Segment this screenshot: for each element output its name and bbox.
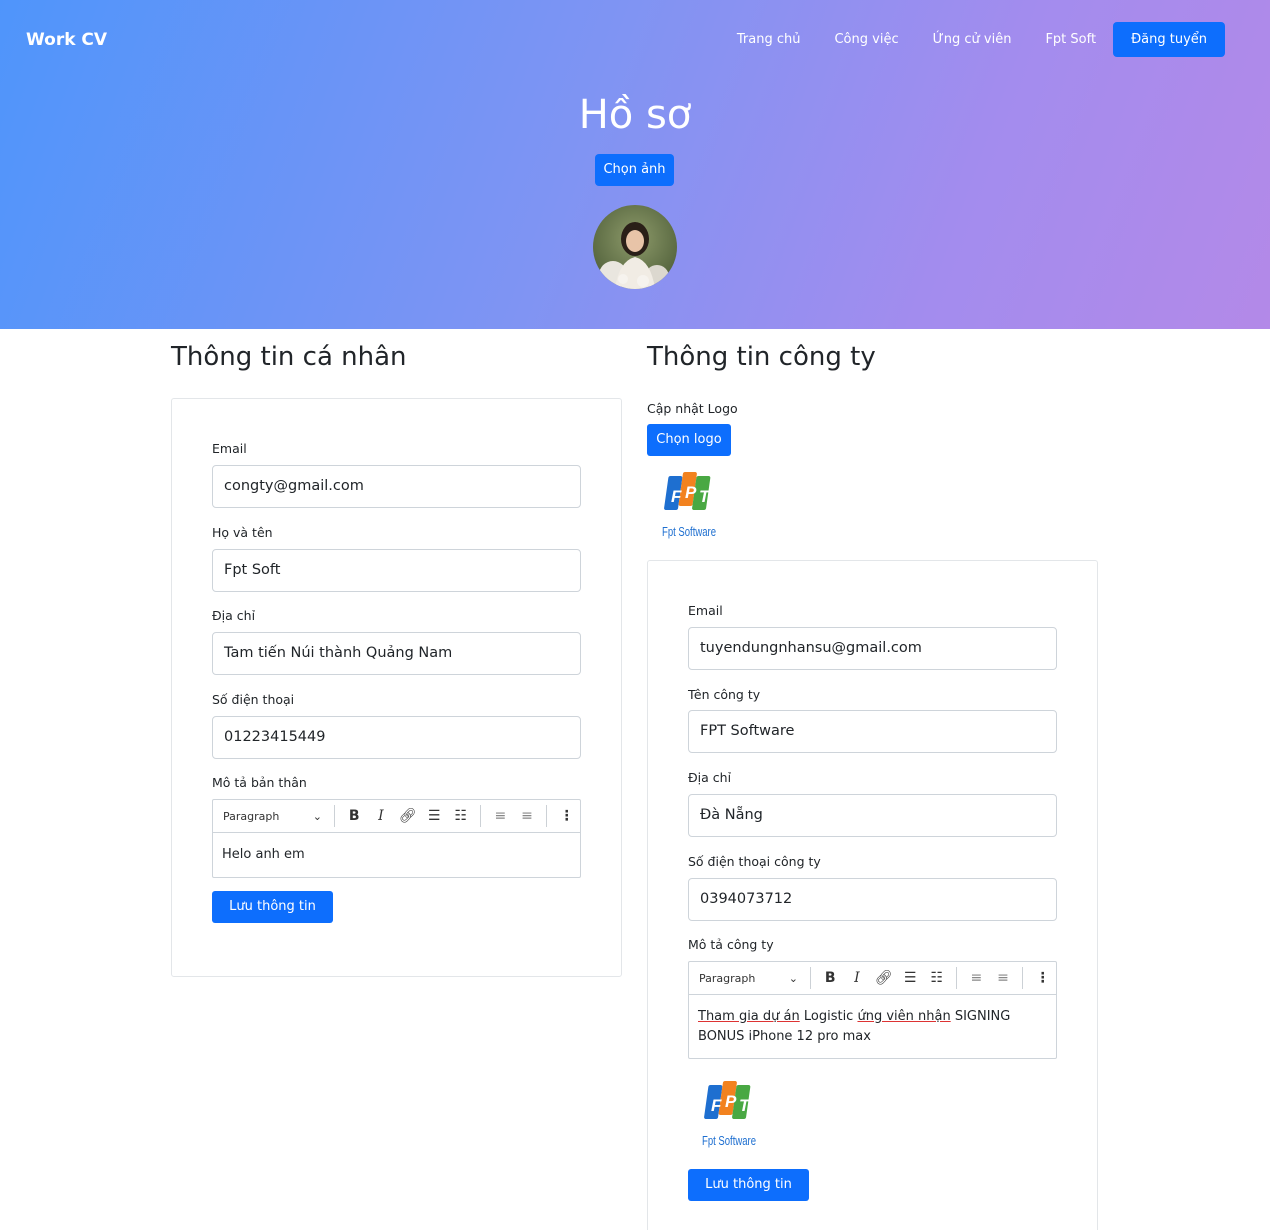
company-email-input[interactable]: tuyendungnhansu@gmail.com bbox=[688, 627, 1057, 670]
bulleted-list-icon[interactable]: ☰ bbox=[421, 808, 448, 824]
main-nav: Trang chủ Công việc Ứng cử viên Fpt Soft… bbox=[703, 22, 1225, 57]
paragraph-select[interactable]: Paragraph ⌄ bbox=[699, 972, 804, 985]
indent-icon[interactable]: ≡ bbox=[990, 970, 1017, 986]
spellcheck-text: ứng viên nhận bbox=[857, 1009, 951, 1024]
link-icon[interactable]: 🔗︎ bbox=[870, 970, 897, 986]
choose-image-button[interactable]: Chọn ảnh bbox=[595, 154, 674, 186]
company-name-input[interactable]: FPT Software bbox=[688, 710, 1057, 753]
personal-desc-label: Mô tả bản thân bbox=[212, 775, 307, 790]
company-section-title: Thông tin công ty bbox=[647, 342, 876, 372]
svg-text:T: T bbox=[699, 487, 711, 506]
paragraph-select-label: Paragraph bbox=[699, 971, 756, 985]
company-phone-label: Số điện thoại công ty bbox=[688, 854, 821, 869]
brand-logo[interactable]: Work CV bbox=[26, 30, 107, 50]
company-desc-content[interactable]: Tham gia dự án Logistic ứng viên nhận SI… bbox=[689, 995, 1056, 1059]
toolbar-separator bbox=[1022, 967, 1024, 989]
company-save-button[interactable]: Lưu thông tin bbox=[688, 1169, 809, 1201]
company-logo-card-preview: F P T Fpt Software bbox=[700, 1075, 758, 1153]
toolbar-separator bbox=[546, 805, 548, 827]
hero-banner: Work CV Trang chủ Công việc Ứng cử viên … bbox=[0, 0, 1270, 329]
personal-desc-content[interactable]: Helo anh em bbox=[213, 833, 580, 877]
logo-label: Cập nhật Logo bbox=[647, 401, 738, 416]
post-job-button[interactable]: Đăng tuyển bbox=[1113, 22, 1225, 57]
spellcheck-text: Tham gia dự án bbox=[698, 1009, 800, 1024]
company-logo-preview: F P T Fpt Software bbox=[660, 466, 718, 544]
toolbar-separator bbox=[956, 967, 958, 989]
svg-text:F: F bbox=[671, 487, 682, 506]
personal-phone-label: Số điện thoại bbox=[212, 692, 295, 707]
svg-text:Fpt Software: Fpt Software bbox=[662, 524, 716, 539]
nav-candidates[interactable]: Ứng cử viên bbox=[933, 32, 1012, 47]
toolbar-separator bbox=[333, 805, 335, 827]
company-desc-label: Mô tả công ty bbox=[688, 937, 774, 952]
paragraph-select[interactable]: Paragraph ⌄ bbox=[223, 810, 328, 823]
personal-name-input[interactable]: Fpt Soft bbox=[212, 549, 581, 592]
personal-address-label: Địa chỉ bbox=[212, 608, 256, 623]
fpt-logo-icon: F P T Fpt Software bbox=[662, 472, 716, 539]
personal-name-label: Họ và tên bbox=[212, 525, 273, 540]
numbered-list-icon[interactable]: ☷ bbox=[923, 970, 950, 986]
company-phone-input[interactable]: 0394073712 bbox=[688, 878, 1057, 921]
toolbar-separator bbox=[809, 967, 811, 989]
indent-icon[interactable]: ≡ bbox=[514, 808, 541, 824]
company-email-label: Email bbox=[688, 603, 723, 618]
svg-text:P: P bbox=[725, 1092, 737, 1111]
chevron-down-icon: ⌄ bbox=[788, 971, 798, 985]
personal-phone-input[interactable]: 01223415449 bbox=[212, 716, 581, 759]
company-address-label: Địa chỉ bbox=[688, 770, 732, 785]
italic-icon[interactable]: I bbox=[368, 808, 395, 824]
outdent-icon[interactable]: ≡ bbox=[487, 808, 514, 824]
desc-text: Logistic bbox=[799, 1009, 858, 1024]
fpt-logo-icon: F P T Fpt Software bbox=[702, 1081, 756, 1148]
svg-text:P: P bbox=[685, 483, 697, 502]
personal-email-input[interactable]: congty@gmail.com bbox=[212, 465, 581, 508]
paragraph-select-label: Paragraph bbox=[223, 809, 280, 823]
link-icon[interactable]: 🔗︎ bbox=[394, 808, 421, 824]
nav-home[interactable]: Trang chủ bbox=[737, 32, 801, 47]
nav-jobs[interactable]: Công việc bbox=[834, 32, 898, 47]
outdent-icon[interactable]: ≡ bbox=[963, 970, 990, 986]
svg-text:F: F bbox=[711, 1096, 722, 1115]
bold-icon[interactable]: B bbox=[341, 808, 368, 824]
personal-section-title: Thông tin cá nhân bbox=[171, 342, 407, 372]
company-address-input[interactable]: Đà Nẵng bbox=[688, 794, 1057, 837]
company-name-label: Tên công ty bbox=[688, 687, 761, 702]
avatar bbox=[593, 205, 677, 289]
numbered-list-icon[interactable]: ☷ bbox=[447, 808, 474, 824]
choose-logo-button[interactable]: Chọn logo bbox=[647, 424, 731, 456]
bold-icon[interactable]: B bbox=[817, 970, 844, 986]
nav-company[interactable]: Fpt Soft bbox=[1045, 32, 1096, 47]
chevron-down-icon: ⌄ bbox=[312, 809, 322, 823]
svg-text:Fpt Software: Fpt Software bbox=[702, 1133, 756, 1148]
bulleted-list-icon[interactable]: ☰ bbox=[897, 970, 924, 986]
toolbar-separator bbox=[480, 805, 482, 827]
editor-toolbar: Paragraph ⌄ B I 🔗︎ ☰ ☷ ≡ ≡ ⋮ bbox=[689, 962, 1056, 995]
personal-save-button[interactable]: Lưu thông tin bbox=[212, 891, 333, 923]
italic-icon[interactable]: I bbox=[844, 970, 871, 986]
personal-desc-editor[interactable]: Paragraph ⌄ B I 🔗︎ ☰ ☷ ≡ ≡ ⋮ Helo anh em bbox=[212, 799, 581, 878]
page-title: Hồ sơ bbox=[578, 92, 692, 138]
editor-toolbar: Paragraph ⌄ B I 🔗︎ ☰ ☷ ≡ ≡ ⋮ bbox=[213, 800, 580, 833]
personal-email-label: Email bbox=[212, 441, 247, 456]
more-icon[interactable]: ⋮ bbox=[553, 808, 580, 824]
svg-text:T: T bbox=[739, 1096, 751, 1115]
more-icon[interactable]: ⋮ bbox=[1029, 970, 1056, 986]
company-desc-editor[interactable]: Paragraph ⌄ B I 🔗︎ ☰ ☷ ≡ ≡ ⋮ Tham gia dự… bbox=[688, 961, 1057, 1059]
personal-address-input[interactable]: Tam tiến Núi thành Quảng Nam bbox=[212, 632, 581, 675]
